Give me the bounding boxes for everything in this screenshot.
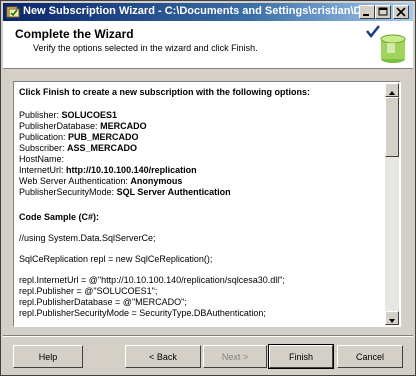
option-label: PublisherSecurityMode: (19, 187, 115, 197)
title-bar[interactable]: New Subscription Wizard - C:\Documents a… (3, 3, 413, 21)
option-row: Publication: PUB_MERCADO (19, 132, 385, 143)
maximize-icon (378, 7, 388, 16)
summary-intro: Click Finish to create a new subscriptio… (19, 87, 311, 97)
options-list: Publisher: SOLUCOES1 PublisherDatabase: M… (19, 110, 385, 198)
option-value: ASS_MERCADO (67, 143, 138, 153)
code-line: SqlCeReplication repl = new SqlCeReplica… (19, 254, 213, 264)
wizard-header: Complete the Wizard Verify the options s… (3, 21, 413, 69)
minimize-button[interactable] (359, 5, 375, 19)
option-row: InternetUrl: http://10.10.100.140/replic… (19, 165, 385, 176)
page-subtitle: Verify the options selected in the wizar… (33, 43, 258, 53)
arrow-down-icon (389, 319, 395, 323)
option-row: HostName: (19, 154, 385, 165)
option-label: HostName: (19, 154, 65, 164)
finish-button[interactable]: Finish (268, 344, 334, 369)
option-row: PublisherDatabase: MERCADO (19, 121, 385, 132)
page-title: Complete the Wizard (15, 27, 134, 41)
cancel-button[interactable]: Cancel (337, 345, 403, 368)
window-title: New Subscription Wizard - C:\Documents a… (23, 5, 359, 17)
scroll-up-button[interactable] (385, 83, 399, 97)
option-row: Subscriber: ASS_MERCADO (19, 143, 385, 154)
option-value: Anonymous (130, 176, 183, 186)
option-row: PublisherSecurityMode: SQL Server Authen… (19, 187, 385, 198)
option-value: SQL Server Authentication (116, 187, 231, 197)
wizard-app-icon (6, 6, 20, 18)
wizard-window: New Subscription Wizard - C:\Documents a… (0, 0, 416, 376)
option-label: PublisherDatabase: (19, 121, 98, 131)
option-value: SOLUCOES1 (61, 110, 118, 120)
minimize-icon (363, 14, 369, 16)
option-value: http://10.10.100.140/replication (66, 165, 197, 175)
next-button[interactable]: Next > (203, 345, 267, 368)
option-row: Publisher: SOLUCOES1 (19, 110, 385, 121)
option-row: Web Server Authentication: Anonymous (19, 176, 385, 187)
close-button[interactable] (393, 5, 409, 19)
code-line: //using System.Data.SqlServerCe; (19, 233, 156, 243)
code-line: repl.Publisher = @"SOLUCOES1"; (19, 286, 158, 296)
option-label: Publication: (19, 132, 66, 142)
option-label: Publisher: (19, 110, 60, 120)
close-icon (396, 7, 406, 17)
maximize-button[interactable] (375, 5, 391, 19)
summary-text[interactable]: Click Finish to create a new subscriptio… (15, 83, 385, 325)
option-label: Web Server Authentication: (19, 176, 128, 186)
code-sample-title: Code Sample (C#): (19, 212, 100, 222)
code-line: repl.PublisherDatabase = @"MERCADO"; (19, 297, 187, 307)
footer-divider (3, 335, 413, 337)
summary-panel: Click Finish to create a new subscriptio… (13, 81, 401, 327)
help-button[interactable]: Help (13, 345, 83, 368)
option-label: Subscriber: (19, 143, 65, 153)
option-label: InternetUrl: (19, 165, 64, 175)
vertical-scrollbar[interactable] (385, 83, 399, 325)
scroll-thumb[interactable] (385, 97, 399, 157)
back-button[interactable]: < Back (125, 345, 201, 368)
option-value: MERCADO (100, 121, 147, 131)
code-line: repl.PublisherSecurityMode = SecurityTyp… (19, 308, 266, 318)
scroll-down-button[interactable] (385, 311, 399, 325)
checkmark-database-icon (366, 25, 406, 63)
option-value: PUB_MERCADO (68, 132, 139, 142)
code-sample: //using System.Data.SqlServerCe; SqlCeRep… (19, 233, 385, 319)
code-line: repl.InternetUrl = @"http://10.10.100.14… (19, 275, 285, 285)
